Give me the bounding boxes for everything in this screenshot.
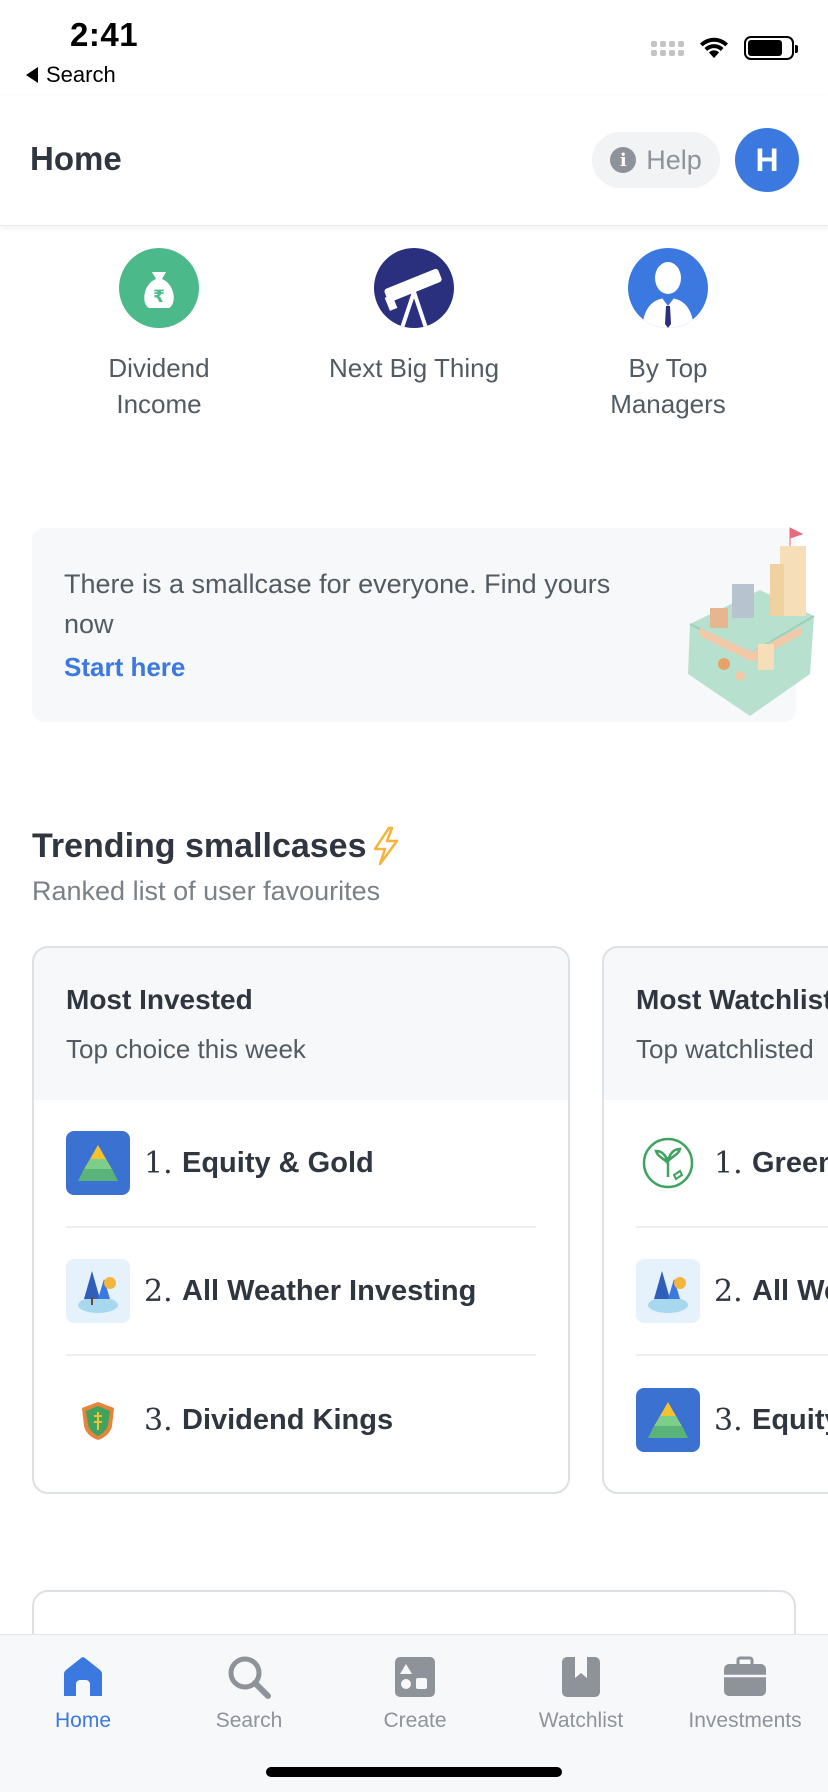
tab-label: Investments <box>688 1709 802 1732</box>
discover-banner[interactable]: There is a smallcase for everyone. Find … <box>32 527 815 722</box>
most-invested-card[interactable]: Most Invested Top choice this week 1. Eq… <box>32 946 570 1494</box>
app-screen: 2:41 Search Home i Help H ₹ Dividend Inc… <box>0 0 828 1792</box>
category-by-top-managers[interactable]: By Top Managers <box>553 240 783 422</box>
card-title: Most Watchlisted <box>636 984 828 1015</box>
status-bar: 2:41 Search <box>0 0 828 96</box>
status-time: 2:41 <box>70 16 139 53</box>
list-item[interactable]: 1. Green Energy <box>636 1100 828 1228</box>
category-label: By Top Managers <box>610 353 726 419</box>
trees-icon <box>636 1259 700 1323</box>
pyramid-icon <box>636 1388 700 1452</box>
card-subtitle: Top choice this week <box>66 1034 306 1064</box>
pyramid-icon <box>66 1131 130 1195</box>
rank-number: 3. <box>144 1402 173 1438</box>
list-item[interactable]: 2. All Weather Investing <box>66 1228 536 1356</box>
rank-number: 2. <box>714 1273 743 1309</box>
most-watchlisted-card[interactable]: Most Watchlisted Top watchlisted 1. Gree… <box>602 946 828 1494</box>
category-dividend-income[interactable]: ₹ Dividend Income <box>44 240 274 422</box>
green-plant-icon <box>636 1131 700 1195</box>
tab-label: Search <box>215 1709 283 1732</box>
list-item[interactable]: 3. Equity & Gold <box>636 1356 828 1484</box>
back-link-label: Search <box>46 62 116 87</box>
search-icon <box>166 1649 332 1705</box>
start-here-link[interactable]: Start here <box>64 652 185 683</box>
smallcase-name: All Weather Investing <box>182 1274 477 1307</box>
app-header: Home i Help H <box>0 96 828 226</box>
back-arrow-icon <box>26 67 38 83</box>
page-title: Home <box>30 140 122 177</box>
back-to-search-link[interactable]: Search <box>26 62 116 88</box>
city-map-illustration <box>688 527 815 716</box>
tab-label: Watchlist <box>538 1709 624 1732</box>
tab-create[interactable]: Create <box>332 1649 498 1733</box>
category-label: Next Big Thing <box>328 353 500 383</box>
tab-investments[interactable]: Investments <box>662 1649 828 1733</box>
tab-watchlist[interactable]: Watchlist <box>498 1649 664 1733</box>
help-button[interactable]: i Help <box>592 132 720 188</box>
manager-icon <box>628 248 708 328</box>
list-item[interactable]: 1. Equity & Gold <box>66 1100 536 1228</box>
bookmark-icon <box>498 1649 664 1705</box>
info-icon: i <box>610 147 637 173</box>
rank-number: 3. <box>714 1402 743 1438</box>
briefcase-icon <box>662 1649 828 1705</box>
status-icons <box>651 36 798 60</box>
bottom-tab-bar: Home Search Create Watchlist Investments <box>0 1634 828 1792</box>
trending-title: Trending smallcases <box>32 826 401 866</box>
battery-icon <box>744 36 798 60</box>
cellular-signal-icon <box>651 40 684 56</box>
svg-text:₹: ₹ <box>153 287 165 307</box>
shield-crest-icon <box>66 1388 130 1452</box>
lightning-icon <box>373 826 398 866</box>
tab-label: Create <box>383 1709 447 1732</box>
smallcase-name: Green Energy <box>752 1146 828 1179</box>
rank-number: 2. <box>144 1273 173 1309</box>
tab-home[interactable]: Home <box>0 1649 166 1733</box>
avatar[interactable]: H <box>735 128 799 192</box>
rank-number: 1. <box>144 1145 173 1181</box>
smallcase-name: Dividend Kings <box>182 1403 394 1436</box>
category-label: Dividend Income <box>108 353 210 419</box>
trending-subtitle: Ranked list of user favourites <box>32 876 381 906</box>
list-item[interactable]: 3. Dividend Kings <box>66 1356 536 1484</box>
card-header: Most Invested Top choice this week <box>34 948 568 1100</box>
card-header: Most Watchlisted Top watchlisted <box>604 948 828 1100</box>
rank-number: 1. <box>714 1145 743 1181</box>
home-indicator <box>266 1767 562 1777</box>
category-row: ₹ Dividend Income Next Big Thing By Top … <box>0 240 828 440</box>
telescope-icon <box>374 248 454 328</box>
banner-text: There is a smallcase for everyone. Find … <box>64 569 611 639</box>
list-item[interactable]: 2. All Weather Investing <box>636 1228 828 1356</box>
smallcase-name: Equity & Gold <box>182 1146 374 1179</box>
card-subtitle: Top watchlisted <box>636 1034 814 1064</box>
tab-search[interactable]: Search <box>166 1649 332 1733</box>
help-label: Help <box>646 144 702 175</box>
trending-title-text: Trending smallcases <box>32 826 367 865</box>
wifi-icon <box>700 37 728 58</box>
smallcase-name: Equity & Gold <box>752 1403 828 1436</box>
money-bag-icon: ₹ <box>119 248 199 328</box>
tab-label: Home <box>54 1709 112 1732</box>
smallcase-name: All Weather Investing <box>752 1274 828 1307</box>
create-icon <box>332 1649 498 1705</box>
card-title: Most Invested <box>66 984 253 1015</box>
category-next-big-thing[interactable]: Next Big Thing <box>299 240 529 386</box>
home-icon <box>0 1649 166 1705</box>
trees-icon <box>66 1259 130 1323</box>
